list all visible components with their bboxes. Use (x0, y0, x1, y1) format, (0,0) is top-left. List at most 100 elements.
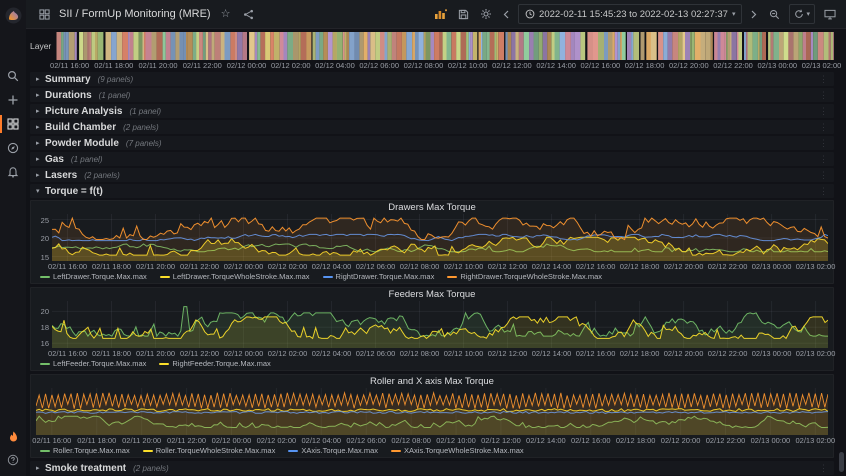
layer-state-segment[interactable] (543, 32, 547, 60)
layer-state-segment[interactable] (618, 32, 620, 60)
layer-state-segment[interactable] (260, 32, 265, 60)
layer-state-segment[interactable] (139, 32, 143, 60)
layer-state-segment[interactable] (771, 32, 774, 60)
legend-item[interactable]: XAxis.TorqueWholeStroke.Max.max (391, 446, 524, 455)
layer-state-segment[interactable] (144, 32, 146, 60)
layer-state-segment[interactable] (641, 32, 645, 60)
layer-state-segment[interactable] (598, 32, 604, 60)
layer-state-segment[interactable] (75, 32, 77, 60)
layer-state-segment[interactable] (157, 32, 163, 60)
layer-state-segment[interactable] (333, 32, 337, 60)
star-icon[interactable]: ☆ (218, 6, 234, 22)
dashboard-title[interactable]: SII / FormUp Monitoring (MRE) (59, 8, 211, 20)
layer-state-segment[interactable] (199, 32, 203, 60)
row-picture-analysis[interactable]: ▸Picture Analysis(1 panel)⋮ (30, 104, 834, 118)
layer-state-segment[interactable] (622, 32, 626, 60)
layer-state-segment[interactable] (179, 32, 183, 60)
layer-state-segment[interactable] (682, 32, 685, 60)
layer-state-segment[interactable] (466, 32, 469, 60)
layer-state-segment[interactable] (461, 32, 466, 60)
layer-state-segment[interactable] (406, 32, 412, 60)
layer-state-segment[interactable] (773, 32, 779, 60)
layer-state-segment[interactable] (66, 32, 69, 60)
layer-state-segment[interactable] (534, 32, 539, 60)
save-icon[interactable] (455, 6, 471, 22)
layer-state-segment[interactable] (565, 32, 571, 60)
row-gas[interactable]: ▸Gas(1 panel)⋮ (30, 152, 834, 166)
layer-state-segment[interactable] (143, 32, 145, 60)
layer-state-segment[interactable] (646, 32, 651, 60)
layer-state-segment[interactable] (328, 32, 333, 60)
layer-state-segment[interactable] (811, 32, 813, 60)
layer-state-segment[interactable] (431, 32, 435, 60)
layer-state-segment[interactable] (748, 32, 753, 60)
layer-state-segment[interactable] (206, 32, 209, 60)
layer-state-segment[interactable] (355, 32, 360, 60)
layer-state-segment[interactable] (731, 32, 736, 60)
layer-state-segment[interactable] (593, 32, 598, 60)
layer-state-segment[interactable] (337, 32, 343, 60)
layer-state-segment[interactable] (402, 32, 406, 60)
layer-state-segment[interactable] (368, 32, 371, 60)
layer-state-segment[interactable] (729, 32, 731, 60)
layer-state-segment[interactable] (490, 32, 495, 60)
layer-state-segment[interactable] (235, 32, 237, 60)
sidebar-item-dashboards[interactable] (0, 112, 26, 136)
panel-title[interactable]: Roller and X axis Max Torque (36, 375, 828, 388)
layer-state-segment[interactable] (813, 32, 818, 60)
layer-state-segment[interactable] (221, 32, 225, 60)
layer-state-segment[interactable] (166, 32, 171, 60)
layer-state-segment[interactable] (426, 32, 431, 60)
row-torque[interactable]: ▾ Torque = f(t) ⋮ (30, 184, 834, 198)
layer-state-segment[interactable] (287, 32, 293, 60)
row-powder-module[interactable]: ▸Powder Module(7 panels)⋮ (30, 136, 834, 150)
layer-state-segment[interactable] (651, 32, 657, 60)
layer-state-segment[interactable] (152, 32, 157, 60)
sidebar-item-plugin[interactable] (0, 424, 26, 448)
time-shift-back-button[interactable] (501, 6, 511, 22)
row-lasers[interactable]: ▸Lasers(2 panels)⋮ (30, 168, 834, 182)
layer-state-segment[interactable] (111, 32, 117, 60)
layer-state-segment[interactable] (237, 32, 242, 60)
layer-state-segment[interactable] (539, 32, 543, 60)
layer-state-segment[interactable] (470, 32, 473, 60)
layer-state-segment[interactable] (496, 32, 498, 60)
layer-state-segment[interactable] (711, 32, 713, 60)
layer-state-segment[interactable] (714, 32, 717, 60)
layer-state-segment[interactable] (658, 32, 663, 60)
layer-state-segment[interactable] (529, 32, 534, 60)
chart-plot[interactable] (52, 301, 828, 348)
layer-state-segment[interactable] (487, 32, 490, 60)
layer-state-segment[interactable] (692, 32, 695, 60)
row-smoke-treatment[interactable]: ▸ Smoke treatment (2 panels) ⋮ (30, 461, 834, 475)
layer-state-segment[interactable] (380, 32, 385, 60)
layer-state-segment[interactable] (516, 32, 519, 60)
layer-state-segment[interactable] (128, 32, 129, 60)
panel-title[interactable]: Feeders Max Torque (36, 288, 828, 301)
layer-state-segment[interactable] (90, 32, 92, 60)
layer-state-segment[interactable] (469, 32, 471, 60)
layer-state-segment[interactable] (519, 32, 524, 60)
layer-state-segment[interactable] (818, 32, 824, 60)
layer-state-segment[interactable] (737, 32, 739, 60)
layer-state-segment[interactable] (627, 32, 631, 60)
layer-state-segment[interactable] (183, 32, 186, 60)
kiosk-mode-icon[interactable] (822, 6, 838, 22)
layer-state-segment[interactable] (706, 32, 711, 60)
layer-state-segment[interactable] (163, 32, 166, 60)
layer-state-segment[interactable] (575, 32, 581, 60)
layer-state-segment[interactable] (685, 32, 690, 60)
layer-state-segment[interactable] (479, 32, 482, 60)
time-range-picker[interactable]: 2022-02-11 15:45:23 to 2022-02-13 02:27:… (518, 4, 742, 24)
layer-state-segment[interactable] (387, 32, 392, 60)
chart-plot[interactable] (36, 388, 828, 435)
layer-state-segment[interactable] (133, 32, 138, 60)
layer-state-segment[interactable] (495, 32, 497, 60)
layer-state-segment[interactable] (215, 32, 221, 60)
row-menu-icon[interactable]: ⋮ (819, 74, 828, 85)
layer-state-segment[interactable] (788, 32, 793, 60)
sidebar-item-create[interactable] (0, 88, 26, 112)
row-summary[interactable]: ▸Summary(9 panels)⋮ (30, 72, 834, 86)
layer-state-segment[interactable] (738, 32, 742, 60)
layer-state-segment[interactable] (186, 32, 187, 60)
